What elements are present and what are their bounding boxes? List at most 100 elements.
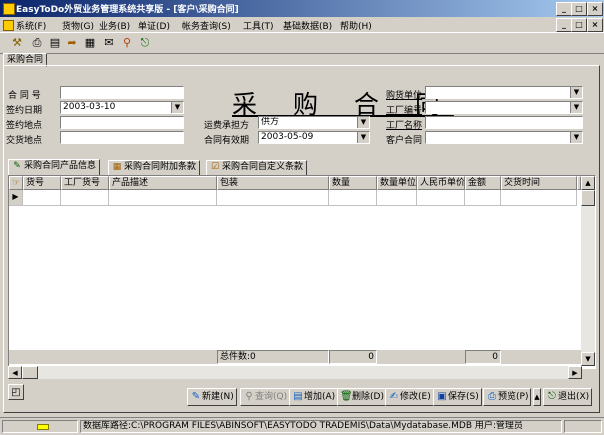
child-close-button[interactable]: × bbox=[587, 18, 603, 32]
query-button[interactable]: ⚲ 查询(Q) bbox=[240, 388, 291, 406]
table-cell[interactable] bbox=[501, 190, 577, 206]
factory-no-label[interactable]: 工厂编号 bbox=[386, 103, 422, 116]
product-grid[interactable]: ☞ 货号 工厂货号 产品描述 包装 数量 数量单位 人民币单价 金额 交货时间 … bbox=[8, 175, 596, 369]
search-icon[interactable]: ⚲ bbox=[120, 36, 134, 50]
scroll-up-icon[interactable]: ▲ bbox=[581, 176, 595, 190]
buyer-select[interactable]: ▼ bbox=[425, 86, 583, 99]
delete-button[interactable]: 🗑删除(D) bbox=[337, 388, 387, 406]
col-delivery-time[interactable]: 交货时间 bbox=[501, 176, 577, 190]
sign-date-label: 签约日期 bbox=[6, 106, 43, 116]
table-cell[interactable] bbox=[23, 190, 61, 206]
window-title: EasyToDo外贸业务管理系统共享版 - [客户\采购合同] bbox=[16, 5, 239, 15]
query-icon: ⚲ bbox=[245, 391, 253, 402]
new-icon: ✎ bbox=[191, 391, 201, 402]
chevron-down-icon[interactable]: ▼ bbox=[357, 132, 369, 143]
save-button-label: 保存(S) bbox=[448, 392, 479, 402]
minimize-button[interactable]: _ bbox=[556, 2, 572, 16]
valid-until-field[interactable]: 2003-05-09 ▼ bbox=[258, 131, 370, 144]
menu-help[interactable]: 帮助(H) bbox=[340, 19, 372, 32]
table-cell[interactable] bbox=[329, 190, 377, 206]
col-amount[interactable]: 金额 bbox=[465, 176, 501, 190]
tab-custom-terms[interactable]: ☑ 采购合同自定义条款 bbox=[206, 160, 308, 176]
table-cell[interactable] bbox=[61, 190, 109, 206]
col-description[interactable]: 产品描述 bbox=[109, 176, 217, 190]
menu-system[interactable]: 系统(F) bbox=[16, 19, 46, 32]
horizontal-scrollbar[interactable]: ◀ ▶ bbox=[8, 366, 582, 379]
menu-documents[interactable]: 单证(D) bbox=[138, 19, 170, 32]
chevron-down-icon[interactable]: ▼ bbox=[570, 102, 582, 113]
menu-accounts[interactable]: 帐务查询(S) bbox=[182, 19, 231, 32]
table-icon: ▦ bbox=[112, 162, 122, 172]
exit-icon[interactable]: ⎋ bbox=[138, 36, 152, 50]
scroll-down-icon[interactable]: ▼ bbox=[581, 352, 595, 366]
doc-icon bbox=[3, 20, 14, 31]
col-quantity[interactable]: 数量 bbox=[329, 176, 377, 190]
export-icon[interactable]: ➦ bbox=[65, 36, 79, 50]
tab-additional-terms[interactable]: ▦ 采购合同附加条款 bbox=[108, 160, 201, 176]
print-icon[interactable]: ⎙ bbox=[30, 36, 44, 50]
customer-contract-select[interactable]: ▼ bbox=[425, 131, 583, 144]
col-packing[interactable]: 包装 bbox=[217, 176, 329, 190]
table-cell[interactable] bbox=[417, 190, 465, 206]
table-cell[interactable] bbox=[217, 190, 329, 206]
hscroll-thumb[interactable] bbox=[22, 366, 38, 379]
factory-no-select[interactable]: ▼ bbox=[425, 101, 583, 114]
menu-tools[interactable]: 工具(T) bbox=[243, 19, 274, 32]
tab-custom-terms-label: 采购合同自定义条款 bbox=[222, 162, 304, 172]
add-button[interactable]: ▤增加(A) bbox=[289, 388, 339, 406]
scroll-left-icon[interactable]: ◀ bbox=[8, 366, 22, 379]
trash-icon: 🗑 bbox=[340, 391, 353, 402]
mail-icon[interactable]: ✉ bbox=[102, 36, 116, 50]
sign-date-field[interactable]: 2003-03-10 ▼ bbox=[60, 101, 184, 114]
col-item-no[interactable]: 货号 bbox=[23, 176, 61, 190]
child-restore-button[interactable]: □ bbox=[571, 18, 587, 32]
table-cell[interactable] bbox=[109, 190, 217, 206]
tools-icon[interactable]: ⚒ bbox=[10, 36, 24, 50]
delivery-place-field[interactable] bbox=[60, 131, 184, 144]
chevron-down-icon[interactable]: ▼ bbox=[357, 117, 369, 128]
status-indicator bbox=[2, 420, 78, 433]
factory-name-label[interactable]: 工厂名称 bbox=[386, 118, 422, 131]
child-minimize-button[interactable]: _ bbox=[556, 18, 572, 32]
col-rmb-price[interactable]: 人民币单价 bbox=[417, 176, 465, 190]
exit-button-label: 退出(X) bbox=[558, 392, 590, 402]
col-factory-item-no[interactable]: 工厂货号 bbox=[61, 176, 109, 190]
freight-select[interactable]: 供方 ▼ bbox=[258, 116, 370, 129]
col-unit[interactable]: 数量单位 bbox=[377, 176, 417, 190]
document-icon: ✎ bbox=[13, 161, 21, 171]
contract-no-field[interactable] bbox=[60, 86, 184, 99]
edit-button[interactable]: ✍ 修改(E) bbox=[385, 388, 434, 406]
save-icon: ▣ bbox=[437, 391, 447, 402]
chevron-down-icon[interactable]: ▼ bbox=[570, 87, 582, 98]
factory-name-field[interactable] bbox=[425, 116, 583, 129]
table-cell[interactable] bbox=[465, 190, 501, 206]
maximize-button[interactable]: □ bbox=[571, 2, 587, 16]
calculator-icon[interactable]: ▦ bbox=[83, 36, 97, 50]
add-icon: ▤ bbox=[293, 391, 303, 402]
chevron-down-icon[interactable]: ▼ bbox=[171, 102, 183, 113]
vertical-scrollbar[interactable]: ▲ ▼ bbox=[581, 176, 595, 366]
new-button[interactable]: ✎ 新建(N) bbox=[187, 388, 237, 406]
table-cell[interactable] bbox=[377, 190, 417, 206]
close-button[interactable]: × bbox=[587, 2, 603, 16]
buyer-label[interactable]: 购货单位 bbox=[386, 88, 422, 101]
save-button[interactable]: ▣保存(S) bbox=[433, 388, 482, 406]
corner-icon[interactable]: ◰ bbox=[8, 384, 24, 400]
menu-base-data[interactable]: 基础数据(B) bbox=[283, 19, 332, 32]
tab-additional-terms-label: 采购合同附加条款 bbox=[124, 162, 197, 172]
preview-button[interactable]: ⎙ 预览(P) bbox=[483, 388, 532, 406]
sign-place-field[interactable] bbox=[60, 116, 184, 129]
preview-button-label: 预览(P) bbox=[498, 392, 529, 402]
sign-place-label: 签约地点 bbox=[6, 121, 43, 131]
tab-product-info[interactable]: ✎ 采购合同产品信息 bbox=[8, 159, 101, 175]
dropdown-arrow-icon[interactable]: ▲ bbox=[533, 388, 541, 406]
chevron-down-icon[interactable]: ▼ bbox=[570, 132, 582, 143]
menu-business[interactable]: 业务(B) bbox=[99, 19, 130, 32]
scroll-thumb[interactable] bbox=[581, 190, 595, 206]
print-preview-icon[interactable]: ▤ bbox=[48, 36, 62, 50]
summary-row: 总件数:0 0 0 bbox=[9, 350, 581, 364]
scroll-right-icon[interactable]: ▶ bbox=[568, 366, 582, 379]
exit-button[interactable]: ⎋ 退出(X) bbox=[543, 388, 593, 406]
menu-goods[interactable]: 货物(G) bbox=[62, 19, 94, 32]
delete-button-label: 删除(D) bbox=[352, 392, 384, 402]
